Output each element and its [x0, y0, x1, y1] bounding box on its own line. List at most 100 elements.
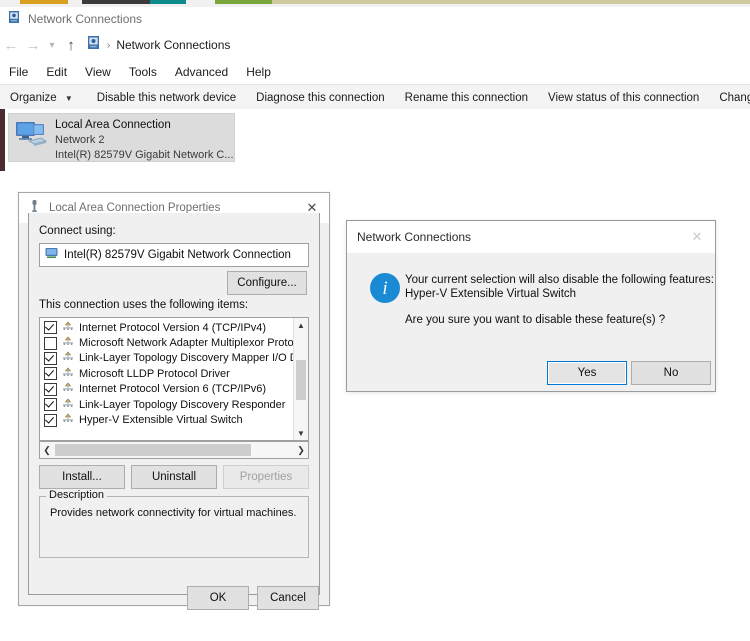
adapter-name: Intel(R) 82579V Gigabit Network Connecti…	[64, 249, 291, 261]
menu-item-edit[interactable]: Edit	[37, 62, 76, 82]
protocol-list-item[interactable]: Microsoft LLDP Protocol Driver	[40, 366, 308, 381]
confirm-message-line1: Your current selection will also disable…	[405, 274, 714, 286]
connect-using-label: Connect using:	[39, 225, 116, 237]
protocol-properties-button: Properties	[223, 465, 309, 489]
breadcrumb-current[interactable]: Network Connections	[116, 38, 230, 52]
protocol-icon	[62, 411, 74, 429]
command-toolbar: Organize ▼ Disable this network device Di…	[0, 84, 750, 111]
confirm-disable-dialog: Network Connections ✕ i Your current sel…	[346, 220, 716, 392]
menu-item-tools[interactable]: Tools	[120, 62, 166, 82]
protocol-list-item[interactable]: Internet Protocol Version 6 (TCP/IPv6)	[40, 382, 308, 397]
nic-icon	[45, 246, 58, 264]
protocol-list-item[interactable]: Microsoft Network Adapter Multiplexor Pr…	[40, 335, 308, 350]
organize-menu-button[interactable]: Organize ▼	[0, 89, 83, 107]
protocol-list-item[interactable]: Link-Layer Topology Discovery Responder	[40, 397, 308, 412]
horizontal-scroll-track[interactable]	[253, 444, 293, 456]
toolbar-item-disable-this-network-device[interactable]: Disable this network device	[87, 89, 246, 107]
back-button[interactable]: ←	[0, 38, 22, 53]
confirm-message: Your current selection will also disable…	[405, 273, 714, 301]
background-browser-strip	[0, 0, 750, 7]
confirm-question: Are you sure you want to disable these f…	[405, 314, 666, 326]
background-tab-segment	[272, 0, 750, 4]
protocol-label: Microsoft Network Adapter Multiplexor Pr…	[79, 337, 308, 350]
protocol-label: Internet Protocol Version 4 (TCP/IPv4)	[79, 321, 267, 334]
menu-item-advanced[interactable]: Advanced	[166, 62, 237, 82]
items-label: This connection uses the following items…	[39, 299, 249, 311]
breadcrumb-icon	[86, 35, 101, 55]
toolbar-item-view-status-of-this-connection[interactable]: View status of this connection	[538, 89, 709, 107]
up-button[interactable]: ↑	[60, 38, 82, 53]
recent-locations-button[interactable]: ▾	[44, 40, 60, 51]
uninstall-button[interactable]: Uninstall	[131, 465, 217, 489]
protocol-items-list[interactable]: Internet Protocol Version 4 (TCP/IPv4) Mi…	[39, 317, 309, 441]
ok-button[interactable]: OK	[187, 586, 249, 610]
protocol-checkbox[interactable]	[44, 321, 57, 335]
description-group: Description Provides network connectivit…	[39, 489, 309, 558]
background-tab-segment	[20, 0, 68, 4]
protocol-checkbox[interactable]	[44, 413, 57, 427]
chevron-right-icon[interactable]: ❯	[294, 445, 308, 456]
breadcrumb-separator: ›	[107, 39, 111, 51]
protocol-checkbox[interactable]	[44, 367, 57, 381]
protocol-list-item[interactable]: Hyper-V Extensible Virtual Switch	[40, 412, 308, 427]
toolbar-item-rename-this-connection[interactable]: Rename this connection	[395, 89, 538, 107]
navigation-bar: ← → ▾ ↑ › Network Connections	[0, 31, 750, 59]
list-item-local-area-connection[interactable]: Local Area Connection Network 2 Intel(R)…	[8, 113, 235, 162]
adapter-display: Intel(R) 82579V Gigabit Network Connecti…	[39, 243, 309, 267]
menu-item-view[interactable]: View	[76, 62, 120, 82]
chevron-down-icon[interactable]: ▼	[294, 426, 308, 440]
connections-list: Local Area Connection Network 2 Intel(R)…	[5, 109, 750, 171]
protocol-checkbox[interactable]	[44, 351, 57, 365]
menu-bar: File Edit View Tools Advanced Help	[0, 59, 750, 84]
local-area-connection-properties-dialog: Local Area Connection Properties ✕ Netwo…	[18, 192, 330, 610]
protocol-label: Hyper-V Extensible Virtual Switch	[79, 414, 243, 427]
dialog-buttons-row: OK Cancel	[29, 586, 319, 610]
install-button[interactable]: Install...	[39, 465, 125, 489]
install-buttons-row: Install... Uninstall Properties	[39, 465, 309, 489]
forward-button[interactable]: →	[22, 38, 44, 53]
close-icon[interactable]: ✕	[679, 221, 715, 253]
network-connections-window: Network Connections ← → ▾ ↑ › Network Co…	[0, 7, 750, 641]
confirm-titlebar: Network Connections ✕	[347, 221, 715, 253]
connection-device: Intel(R) 82579V Gigabit Network C...	[55, 149, 234, 161]
toolbar-item-change-settings[interactable]: Change settings	[709, 89, 750, 107]
properties-body: Connect using: Intel(R) 82579V Gigabit N…	[28, 213, 320, 610]
background-tab-segment	[150, 0, 186, 4]
cancel-button[interactable]: Cancel	[257, 586, 319, 610]
chevron-up-icon[interactable]: ▲	[294, 318, 308, 332]
toolbar-item-diagnose-this-connection[interactable]: Diagnose this connection	[246, 89, 395, 107]
organize-label: Organize	[10, 91, 57, 104]
items-vertical-scrollbar[interactable]: ▲ ▼	[293, 318, 308, 440]
description-legend: Description	[46, 489, 108, 501]
configure-button[interactable]: Configure...	[227, 271, 307, 295]
connection-network: Network 2	[55, 134, 105, 146]
confirm-buttons-row: Yes No	[347, 361, 715, 385]
protocol-label: Microsoft LLDP Protocol Driver	[79, 367, 230, 380]
protocol-label: Link-Layer Topology Discovery Mapper I/O…	[79, 352, 309, 365]
protocol-label: Internet Protocol Version 6 (TCP/IPv6)	[79, 383, 267, 396]
window-title: Network Connections	[28, 12, 143, 26]
window-titlebar: Network Connections	[0, 7, 750, 31]
menu-item-help[interactable]: Help	[237, 62, 280, 82]
background-tab-segment	[82, 0, 154, 4]
description-text: Provides network connectivity for virtua…	[50, 507, 297, 519]
protocol-checkbox[interactable]	[44, 398, 57, 412]
confirm-dialog-title: Network Connections	[357, 230, 472, 244]
horizontal-scroll-thumb[interactable]	[55, 444, 251, 456]
chevron-down-icon: ▼	[64, 93, 73, 103]
yes-button[interactable]: Yes	[547, 361, 627, 385]
protocol-checkbox[interactable]	[44, 336, 57, 350]
info-icon: i	[370, 273, 400, 303]
protocol-list-item[interactable]: Internet Protocol Version 4 (TCP/IPv4)	[40, 320, 308, 335]
no-button[interactable]: No	[631, 361, 711, 385]
chevron-left-icon[interactable]: ❮	[40, 445, 54, 456]
connection-text-block: Local Area Connection Network 2 Intel(R)…	[55, 114, 234, 163]
vertical-scroll-thumb[interactable]	[296, 360, 306, 400]
network-connections-icon	[7, 10, 21, 29]
network-adapter-icon	[15, 120, 49, 155]
protocol-checkbox[interactable]	[44, 382, 57, 396]
menu-item-file[interactable]: File	[0, 62, 37, 82]
items-horizontal-scrollbar[interactable]: ❮ ❯	[39, 441, 309, 459]
protocol-list-item[interactable]: Link-Layer Topology Discovery Mapper I/O…	[40, 351, 308, 366]
connection-name: Local Area Connection	[55, 119, 171, 131]
